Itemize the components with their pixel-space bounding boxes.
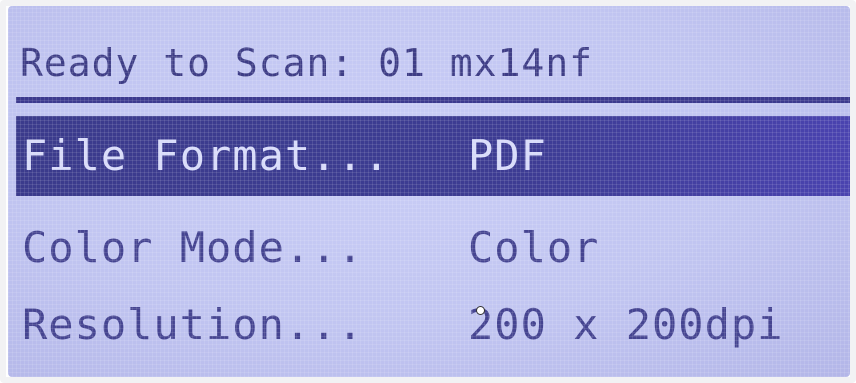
menu-item-value: Color [468,223,600,272]
menu-item-color-mode[interactable]: Color Mode... Color [16,208,850,288]
menu-item-value: PDF [468,131,547,180]
menu-item-label: File Format... [22,131,391,180]
menu-item-label: Resolution... [22,300,364,349]
pointer-cursor-icon [476,306,485,315]
menu-item-label: Color Mode... [22,223,364,272]
lcd-screen: Ready to Scan: 01 mx14nf File Format... … [8,6,850,377]
menu-item-file-format[interactable]: File Format... PDF [16,116,850,196]
header-divider [16,97,850,103]
status-title: Ready to Scan: 01 mx14nf [20,41,594,85]
menu-item-resolution[interactable]: Resolution... 200 x 200dpi [16,285,850,365]
menu-item-value: 200 x 200dpi [468,300,784,349]
